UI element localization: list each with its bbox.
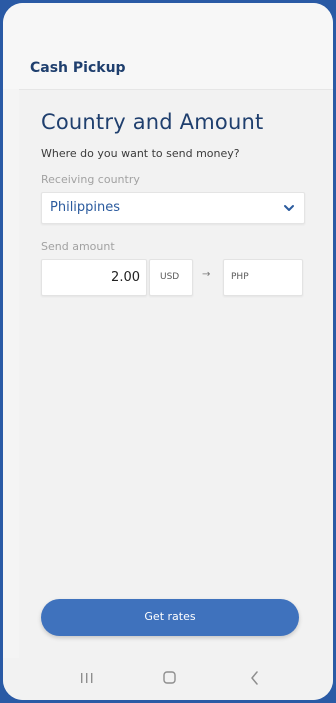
to-currency-label: PHP	[231, 272, 249, 282]
receiving-country-value: Philippines	[50, 200, 121, 215]
page-title: Country and Amount	[41, 110, 264, 134]
page-subtitle: Where do you want to send money?	[41, 147, 240, 160]
arrow-right-icon: →	[202, 269, 211, 280]
get-rates-button[interactable]: Get rates	[41, 599, 299, 636]
receiving-country-select[interactable]: Philippines	[41, 192, 305, 224]
send-amount-value: 2.00	[111, 270, 140, 285]
send-amount-input[interactable]: 2.00	[41, 259, 147, 296]
recent-apps-icon[interactable]	[75, 668, 99, 688]
phone-screen: Cash Pickup Country and Amount Where do …	[3, 3, 333, 700]
main-content: Country and Amount Where do you want to …	[19, 89, 333, 660]
chevron-down-icon	[284, 205, 294, 211]
from-currency-select[interactable]: USD	[149, 259, 193, 296]
system-nav-bar	[3, 658, 333, 700]
to-currency-select[interactable]: PHP	[223, 259, 303, 296]
home-icon[interactable]	[158, 668, 182, 688]
send-amount-label: Send amount	[41, 240, 115, 253]
from-currency-label: USD	[160, 272, 180, 282]
header-title: Cash Pickup	[30, 60, 126, 76]
app-header: Cash Pickup	[3, 3, 333, 89]
back-icon[interactable]	[243, 668, 267, 688]
receiving-country-label: Receiving country	[41, 173, 140, 186]
get-rates-label: Get rates	[144, 610, 196, 623]
